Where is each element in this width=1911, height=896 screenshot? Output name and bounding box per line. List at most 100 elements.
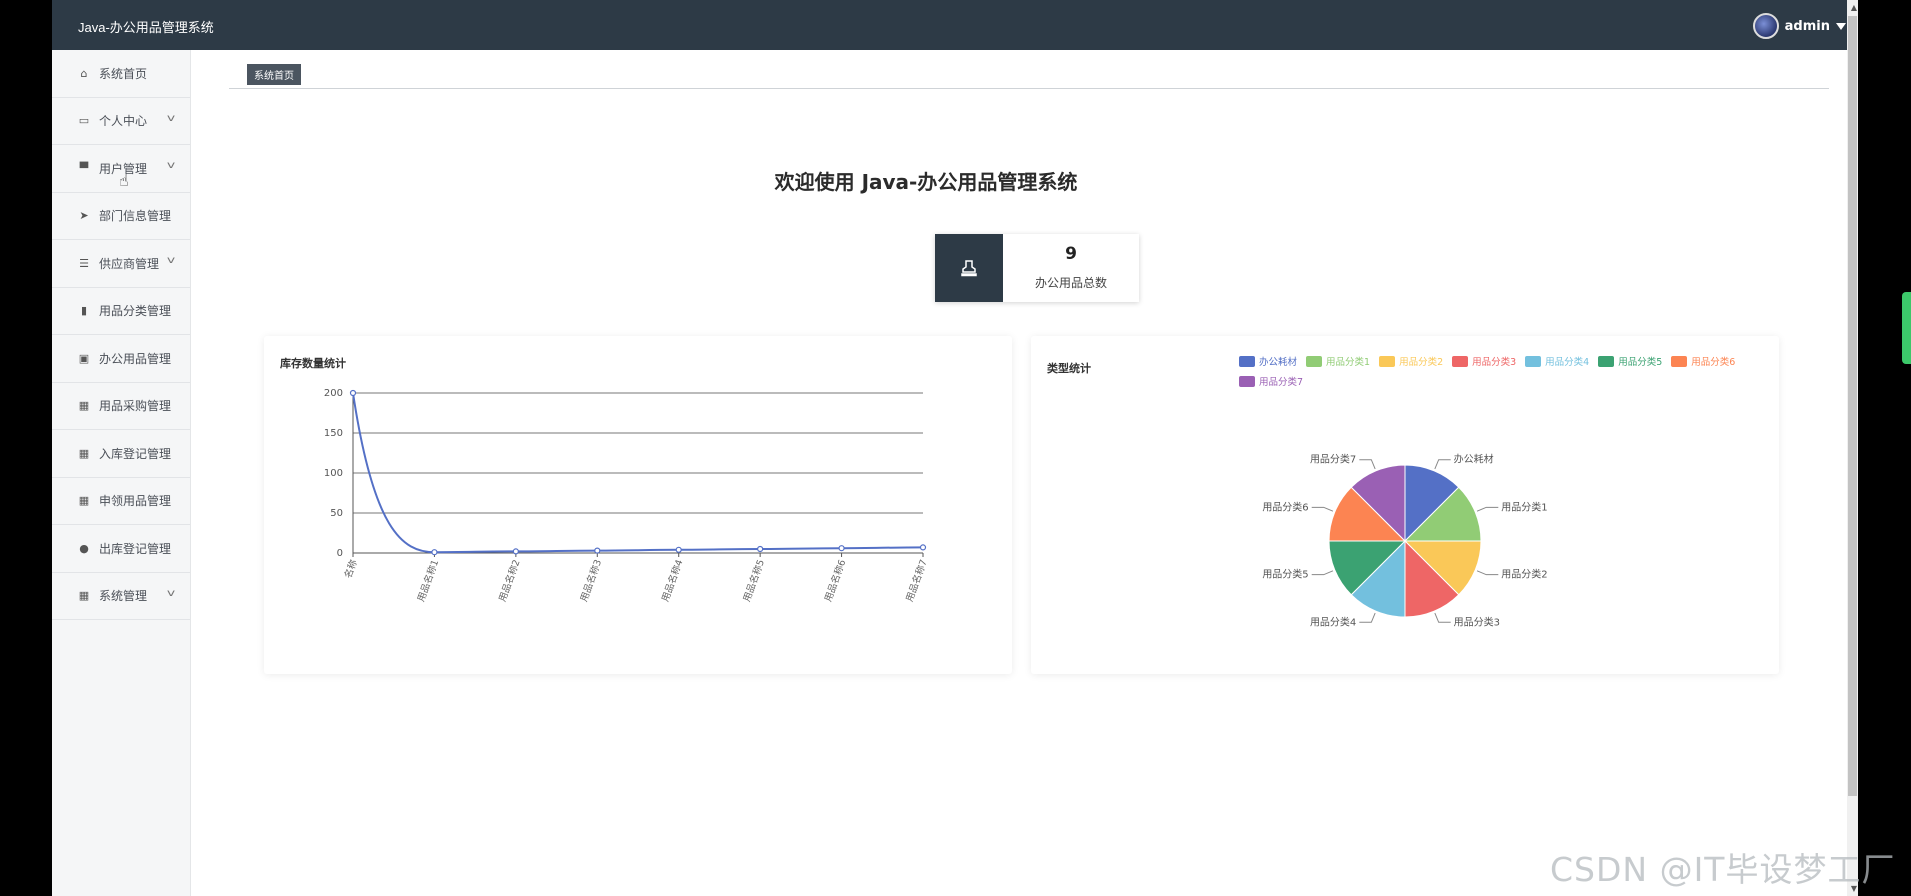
- x-tick-label: 用品名称2: [496, 558, 522, 603]
- x-tick-label: 用品名称6: [822, 558, 848, 603]
- pie-label: 用品分类1: [1501, 500, 1547, 513]
- pie-label: 办公耗材: [1454, 453, 1494, 466]
- avatar[interactable]: [1752, 13, 1779, 39]
- sidebar-item-label: 供应商管理: [99, 256, 160, 271]
- top-bar: Java-办公用品管理系统 admin: [52, 0, 1858, 50]
- x-tick-label: 名称: [342, 557, 360, 579]
- sidebar-item-9[interactable]: ▦ 申领用品管理: [52, 478, 190, 525]
- app-title: Java-办公用品管理系统: [78, 20, 214, 35]
- pie-label-line: [1311, 506, 1334, 512]
- stat-card: 9 办公用品总数: [935, 234, 1139, 302]
- scroll-thumb[interactable]: [1848, 16, 1857, 796]
- data-point: [757, 545, 764, 553]
- y-tick-label: 200: [324, 388, 343, 399]
- pie-chart-card: 类型统计 办公耗材 用品分类1 用品分类2 用品分类3 用品分类4 用品分类5 用品分类6 用…: [1031, 336, 1779, 674]
- pie-label: 用品分类3: [1454, 615, 1500, 628]
- pie-label-line: [1434, 612, 1451, 623]
- stamp-icon: [935, 234, 1003, 302]
- user-icon: ▀: [79, 161, 89, 175]
- breadcrumb: 系统首页: [229, 64, 1829, 89]
- data-point: [512, 548, 519, 555]
- sidebar-item-label: 申领用品管理: [99, 494, 172, 509]
- home-icon: ⌂: [80, 66, 88, 80]
- line-chart: 0 50 100 150 200 名称 用品名称1 用品名称2 用品名称3 用品名称4 用品名称5 用…: [324, 388, 930, 603]
- data-point: [594, 547, 601, 554]
- chevron-down-icon[interactable]: v: [167, 588, 175, 599]
- y-tick-label: 150: [324, 428, 343, 439]
- sidebar-item-4[interactable]: ☰ 供应商管理 v: [52, 240, 190, 288]
- grid-icon: ▦: [78, 494, 90, 508]
- calendar-icon: ▭: [78, 114, 90, 128]
- pie-chart: 办公耗材用品分类1 用品分类2 用品分类3 用品分类4 用品分类5 用品分类6 用品分类7: [1262, 453, 1547, 629]
- data-point: [349, 389, 357, 397]
- x-tick-label: 用品名称5: [741, 558, 767, 603]
- x-tick-label: 用品名称1: [415, 558, 441, 603]
- pie-label-line: [1311, 570, 1334, 576]
- watermark: CSDN @IT毕设梦工厂: [1550, 850, 1896, 889]
- main-content: 系统首页 欢迎使用 Java-办公用品管理系统 9 办公用品总数 库存数量统计 …: [192, 50, 1858, 896]
- sidebar-item-3[interactable]: ➤ 部门信息管理: [52, 193, 190, 240]
- sidebar-item-8[interactable]: ▦ 入库登记管理: [52, 430, 190, 478]
- y-tick-label: 50: [330, 508, 343, 519]
- scroll-up-icon[interactable]: ▲: [1851, 3, 1857, 12]
- sidebar-item-1[interactable]: ▭ 个人中心 v: [52, 98, 190, 145]
- pie-label-line: [1476, 570, 1499, 576]
- pie-label: 用品分类7: [1310, 453, 1356, 466]
- user-menu[interactable]: admin: [1752, 13, 1846, 39]
- bar-chart-icon: ▮: [80, 304, 88, 318]
- grid-icon: ▦: [78, 589, 90, 603]
- x-tick-label: 用品名称7: [903, 558, 929, 603]
- side-widget-tab[interactable]: [1902, 292, 1911, 364]
- y-tick-label: 100: [324, 468, 343, 479]
- sidebar-item-label: 用品分类管理: [99, 304, 172, 319]
- sidebar-item-7[interactable]: ▦ 用品采购管理: [52, 383, 190, 430]
- sidebar-item-0[interactable]: ⌂ 系统首页: [52, 50, 190, 98]
- vertical-scrollbar[interactable]: ▲ ▼: [1847, 0, 1858, 896]
- pie-label: 用品分类6: [1262, 500, 1308, 513]
- clipboard-icon: ▣: [78, 351, 90, 365]
- chevron-down-icon[interactable]: v: [167, 160, 175, 171]
- pie-label-line: [1359, 459, 1376, 470]
- caret-down-icon[interactable]: [1836, 22, 1846, 30]
- sliders-icon: ☰: [79, 256, 89, 270]
- sidebar-item-label: 出库登记管理: [99, 541, 172, 556]
- pie-label: 用品分类5: [1262, 568, 1308, 581]
- stat-label: 办公用品总数: [1034, 276, 1107, 290]
- sidebar-item-label: 部门信息管理: [99, 209, 172, 224]
- pie-label: 用品分类4: [1310, 615, 1356, 628]
- data-point: [675, 546, 682, 553]
- chevron-down-icon[interactable]: v: [167, 113, 175, 124]
- sidebar-item-6[interactable]: ▣ 办公用品管理: [52, 335, 190, 383]
- app-frame: Java-办公用品管理系统 admin ⌂ 系统首页 ▭ 个人中心 v ▀ 用户管理 v ➤ 部门…: [52, 0, 1858, 896]
- sidebar-item-label: 系统首页: [99, 66, 148, 81]
- sidebar-item-label: 用品采购管理: [99, 399, 172, 414]
- grid-icon: ▦: [78, 446, 90, 460]
- breadcrumb-tab-home[interactable]: 系统首页: [247, 64, 301, 85]
- mouse-cursor-icon: ☝: [119, 171, 129, 190]
- sidebar-item-label: 办公用品管理: [99, 351, 172, 366]
- x-tick-label: 用品名称3: [578, 558, 604, 603]
- pie-label-line: [1359, 612, 1376, 623]
- sidebar-item-10[interactable]: ● 出库登记管理: [52, 525, 190, 573]
- sidebar-item-11[interactable]: ▦ 系统管理 v: [52, 573, 190, 620]
- y-tick-label: 0: [337, 548, 343, 559]
- sidebar-item-label: 系统管理: [99, 589, 148, 604]
- username[interactable]: admin: [1785, 19, 1830, 34]
- pie-label: 用品分类2: [1501, 568, 1547, 581]
- sidebar-item-5[interactable]: ▮ 用品分类管理: [52, 288, 190, 335]
- data-point: [431, 549, 438, 556]
- data-point: [919, 544, 927, 551]
- sidebar-item-label: 入库登记管理: [99, 446, 172, 461]
- line-chart-card: 库存数量统计 0 50 100 150 200 名称 用品名称1 用品名称2 用品名称3 用品名称…: [264, 336, 1012, 674]
- x-tick-label: 用品名称4: [659, 558, 685, 603]
- chevron-down-icon[interactable]: v: [167, 255, 175, 266]
- sidebar-item-label: 个人中心: [99, 114, 148, 129]
- grid-icon: ▦: [78, 399, 90, 413]
- pie-label-line: [1476, 506, 1499, 512]
- data-point: [838, 545, 845, 552]
- location-icon: ●: [79, 541, 89, 555]
- pie-label-line: [1434, 459, 1451, 470]
- page-title: 欢迎使用 Java-办公用品管理系统: [774, 170, 1078, 194]
- stat-value: 9: [1065, 244, 1077, 264]
- send-icon: ➤: [79, 209, 89, 223]
